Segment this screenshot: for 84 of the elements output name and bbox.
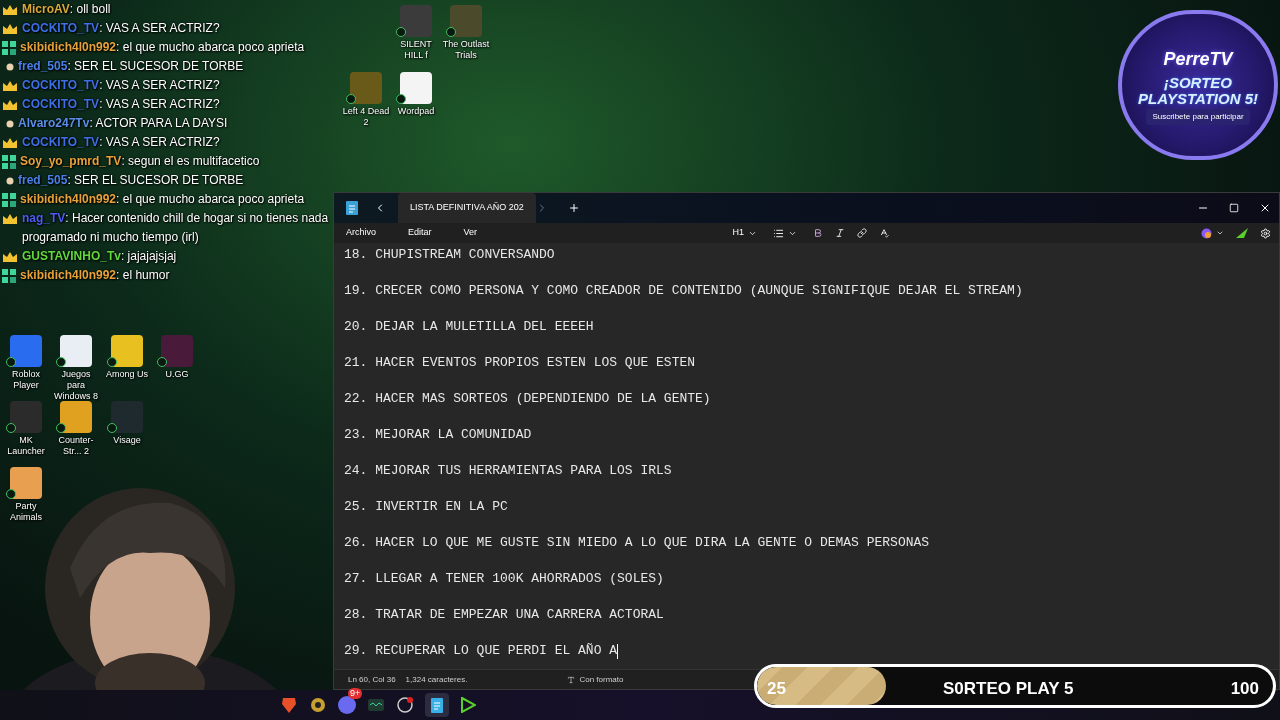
chat-message: nag_TV: Hacer contenido chill de hogar si no tienes nada programado ni mucho tiempo (irl)	[22, 210, 330, 246]
icon-label: U.GG	[164, 369, 190, 380]
goal-target: 100	[1230, 678, 1259, 700]
icon-label: SILENT HILL f	[399, 39, 433, 61]
dot-icon	[6, 176, 14, 185]
list-line: 19. CRECER COMO PERSONA Y COMO CREADOR DE CONTENIDO (AUNQUE SIGNIFIQUE DEJAR EL STREAM)	[344, 282, 1023, 300]
menu-item[interactable]: Ver	[459, 226, 482, 240]
menu-item[interactable]: Editar	[404, 226, 436, 240]
list-line: 18. CHUPISTREAM CONVERSANDO	[344, 246, 555, 264]
chat-message: COCKITO_TV: VAS A SER ACTRIZ?	[22, 134, 220, 151]
circle-icon[interactable]	[309, 696, 327, 714]
chat-message: fred_505: SER EL SUCESOR DE TORBE	[18, 172, 244, 189]
subscriber-icon	[2, 154, 16, 169]
maximize-icon[interactable]	[1229, 203, 1239, 213]
chat-message: COCKITO_TV: VAS A SER ACTRIZ?	[22, 77, 220, 94]
notepad-icon	[346, 201, 358, 215]
chat-message: Alvaro247Tv: ACTOR PARA LA DAYSI	[18, 115, 228, 132]
wave-icon[interactable]	[367, 696, 385, 714]
format-status: Con formato	[579, 673, 624, 686]
subscriber-icon	[2, 192, 16, 207]
crown-icon	[2, 22, 18, 35]
bold-icon[interactable]	[813, 228, 823, 238]
document-tab[interactable]: LISTA DEFINITIVA AÑO 202	[398, 193, 536, 223]
crown-icon	[2, 250, 18, 263]
crown-icon	[2, 212, 18, 225]
settings-icon[interactable]	[1260, 227, 1271, 239]
icon-label: MK Launcher	[6, 435, 46, 457]
crown-icon	[2, 3, 18, 16]
list-line: 20. DEJAR LA MULETILLA DEL EEEEH	[344, 318, 594, 336]
dot-icon	[6, 119, 14, 128]
brand-text: PerreTV	[1163, 47, 1233, 71]
notepad-taskbar-button[interactable]	[425, 693, 449, 717]
chat-message: COCKITO_TV: VAS A SER ACTRIZ?	[22, 20, 220, 37]
goal-title: S0RTEO PLAY 5	[943, 678, 1074, 700]
link-icon[interactable]	[857, 228, 867, 238]
crown-icon	[2, 136, 18, 149]
chat-message: skibidich4l0n992: el que mucho abarca poco aprieta	[20, 191, 305, 208]
new-tab-icon[interactable]	[567, 202, 580, 214]
giveaway-title: ¡SORTEO PLAYSTATION 5!	[1137, 74, 1259, 107]
icon-label: Juegos para Windows 8	[53, 369, 99, 402]
list-line: 24. MEJORAR TUS HERRAMIENTAS PARA LOS IRLS	[344, 462, 672, 480]
goal-current: 25	[767, 678, 786, 700]
chat-message: fred_505: SER EL SUCESOR DE TORBE	[18, 58, 244, 75]
icon-label: Left 4 Dead 2	[342, 106, 390, 128]
list-line: 22. HACER MAS SORTEOS (DEPENDIENDO DE LA GENTE)	[344, 390, 711, 408]
chat-message: skibidich4l0n992: el que mucho abarca poco aprieta	[20, 39, 305, 56]
cursor-position: Ln 60, Col 36	[348, 673, 396, 686]
clear-format-icon[interactable]	[879, 228, 889, 238]
notepad-icon	[431, 697, 443, 713]
copilot-icon[interactable]	[1201, 227, 1212, 239]
chat-message: Soy_yo_pmrd_TV: segun el es multifacetico	[20, 153, 260, 170]
subscriber-icon	[2, 268, 16, 283]
icon-label: Among Us	[105, 369, 149, 380]
giveaway-subtitle: Suscribete para participar	[1146, 108, 1250, 125]
icon-label: Roblox Player	[11, 369, 41, 391]
chat-message: COCKITO_TV: VAS A SER ACTRIZ?	[22, 96, 220, 113]
menu-item[interactable]: Archivo	[342, 226, 380, 240]
list-line: 21. HACER EVENTOS PROPIOS ESTEN LOS QUE ESTEN	[344, 354, 696, 372]
chat-message: GUSTAVINHO_Tv: jajajajsjaj	[22, 248, 177, 265]
close-icon[interactable]	[1259, 202, 1271, 214]
list-line: 25. INVERTIR EN LA PC	[344, 498, 508, 516]
list-line: 26. HACER LO QUE ME GUSTE SIN MIEDO A LO QUE DIRA LA GENTE O DEMAS PERSONAS	[344, 534, 930, 552]
list-line: 23. MEJORAR LA COMUNIDAD	[344, 426, 532, 444]
chat-message: MicroAV: oll boll	[22, 1, 111, 18]
icon-label: Visage	[112, 435, 142, 446]
icon-label: Counter-Str... 2	[57, 435, 95, 457]
chat-message: skibidich4l0n992: el humor	[20, 267, 170, 284]
icon-label: The Outlast Trials	[442, 39, 490, 61]
dot-icon	[6, 62, 14, 71]
caret-icon[interactable]	[1216, 229, 1224, 237]
format-icon	[567, 675, 576, 684]
notification-badge: 9+	[348, 688, 363, 699]
list-icon[interactable]	[773, 227, 784, 239]
icon-label: Wordpad	[396, 106, 436, 117]
list-line: 29. RECUPERAR LO QUE PERDI EL AÑO A	[344, 642, 618, 660]
crown-icon	[2, 79, 18, 92]
crown-icon	[2, 98, 18, 111]
list-line: 27. LLEGAR A TENER 100K AHORRADOS (SOLES)	[344, 570, 664, 588]
character-count: 1,324 caracteres.	[405, 673, 468, 686]
list-line: 28. TRATAR DE EMPEZAR UNA CARRERA ACTORAL	[344, 606, 664, 624]
subscriber-icon	[2, 40, 16, 55]
icon-label: Party Animals	[9, 501, 43, 523]
italic-icon[interactable]	[835, 228, 845, 238]
heading-dropdown[interactable]: H1	[732, 226, 744, 240]
